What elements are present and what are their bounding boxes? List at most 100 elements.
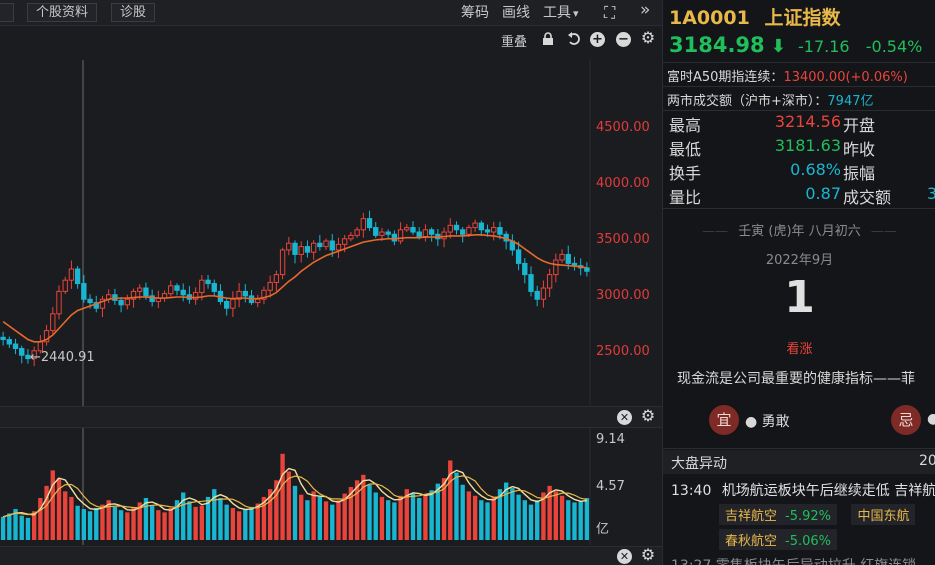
chart-subbar: 重叠 + − ⚙ — [0, 26, 662, 52]
volume-bar — [50, 470, 55, 540]
candle-body — [180, 289, 186, 296]
tools-menu-button[interactable]: 工具 ▾ — [543, 4, 579, 23]
candle-body — [534, 290, 540, 300]
volume-bar — [112, 506, 118, 540]
a50-value: 13400.00(+0.06%) — [783, 70, 908, 85]
a50-row[interactable]: 富时A50期指连续：13400.00(+0.06%) — [667, 66, 935, 85]
down-arrow-icon: ⬇ — [770, 36, 786, 57]
overlay-button[interactable]: 重叠 — [501, 31, 527, 50]
volume-chart[interactable] — [0, 428, 662, 545]
candle-body — [478, 222, 484, 231]
volume-bar — [118, 510, 124, 540]
volume-bar — [578, 501, 583, 540]
chips-button[interactable]: 筹码 — [461, 4, 489, 22]
candle-body — [515, 249, 522, 264]
price-change-pct: -0.54% — [865, 37, 923, 56]
a50-label: 富时A50期指连续： — [667, 70, 784, 85]
volume-bar — [224, 504, 229, 540]
turnover-label: 两市成交额（沪市+深市）： — [667, 94, 828, 109]
candle-body — [273, 274, 280, 283]
volume-bar — [218, 498, 223, 540]
volume-bar — [385, 500, 391, 540]
volume-bar — [510, 488, 515, 540]
stat-label-2: 开盘 — [843, 116, 876, 135]
volume-bar — [423, 494, 428, 540]
candle-body — [416, 231, 422, 238]
volume-bar — [236, 511, 242, 540]
candle-body — [304, 246, 311, 253]
market-moves-title: 大盘异动 — [671, 456, 727, 472]
candle-body — [546, 274, 553, 289]
candle-body — [385, 231, 391, 235]
fullscreen-icon[interactable]: ⛶ — [604, 4, 615, 22]
good-text-row: ● 勇敢 — [745, 414, 790, 430]
stat-label: 量比 — [669, 188, 702, 207]
divider — [663, 110, 935, 111]
draw-line-button[interactable]: 画线 — [502, 4, 530, 22]
related-stock[interactable]: 中国东航 — [851, 504, 916, 525]
candle-body — [143, 287, 149, 297]
bad-row: 忌 ● — [891, 405, 935, 435]
market-moves-header: 大盘异动 20 — [663, 450, 935, 474]
related-stock[interactable]: 春秋航空 -5.06% — [719, 529, 838, 550]
volume-bar — [373, 492, 378, 540]
turnover-value: 7947亿 — [827, 94, 874, 109]
volume-bar — [69, 496, 74, 540]
price-tick-3000: 3000.00 — [596, 288, 650, 303]
volume-bar — [162, 512, 167, 540]
candle-body — [565, 253, 571, 264]
volume-bar — [323, 501, 329, 540]
volume-bar — [336, 500, 341, 540]
candle-body — [497, 227, 503, 235]
volume-bar — [100, 504, 105, 540]
candle-body — [137, 287, 143, 292]
stat-value: 0.87 — [805, 184, 841, 203]
volume-bar — [485, 502, 490, 540]
candle-body — [62, 279, 68, 292]
candle-body — [466, 227, 472, 235]
volume-bar — [0, 516, 6, 540]
turnover-row: 两市成交额（沪市+深市）：7947亿 — [667, 90, 935, 109]
market-move-next[interactable]: 13:27 零售板块午后异动拉升 红旗连锁 — [671, 555, 935, 565]
gear-icon[interactable]: ⚙ — [640, 30, 656, 46]
gear-icon[interactable]: ⚙ — [640, 547, 656, 563]
related-stock[interactable]: 吉祥航空 -5.92% — [719, 504, 838, 525]
lock-icon[interactable] — [540, 32, 556, 48]
calendar-month: 2022年9月 — [765, 253, 834, 268]
price-tick-3500: 3500.00 — [596, 232, 650, 247]
market-moves-year: 20 — [919, 453, 935, 469]
candle-body — [174, 285, 180, 291]
divider — [663, 208, 935, 209]
candle-body — [379, 231, 385, 236]
candle-body — [428, 229, 435, 235]
candle-body — [373, 227, 379, 236]
market-move-item[interactable]: 13:40 机场航运板块午后继续走低 吉祥航 — [671, 480, 935, 500]
stat-row: 最高 3214.56 开盘 — [669, 112, 935, 135]
diagnose-button[interactable]: 诊股 — [111, 3, 156, 22]
candle-body — [168, 285, 174, 295]
price-row: 3184.98 ⬇ -17.16 -0.54% — [669, 33, 935, 57]
close-icon[interactable]: ✕ — [617, 549, 632, 564]
calendar-hint: 看涨 — [786, 342, 813, 357]
index-header: 1A0001 上证指数 — [669, 3, 935, 30]
zoom-in-icon[interactable]: + — [590, 32, 605, 47]
stat-row: 换手 0.68% 振幅 — [669, 160, 935, 183]
candlestick-chart[interactable] — [0, 60, 662, 406]
toolbar-tab-left-cut[interactable] — [0, 3, 14, 22]
last-price: 3184.98 — [669, 33, 765, 57]
price-change: -17.16 — [798, 37, 850, 56]
candle-body — [6, 339, 12, 345]
close-icon[interactable]: ✕ — [617, 410, 632, 425]
gear-icon[interactable]: ⚙ — [640, 408, 656, 424]
candle-body — [224, 300, 230, 309]
kline-panel: 个股资料 诊股 筹码 画线 工具 ▾ ⛶ » 重叠 + − ⚙ 4500.00 4… — [0, 0, 662, 565]
volume-bar — [472, 495, 478, 540]
divider — [663, 62, 935, 63]
zoom-out-icon[interactable]: − — [616, 32, 631, 47]
stock-info-button[interactable]: 个股资料 — [27, 3, 98, 22]
volume-bar — [491, 496, 496, 540]
expand-more-icon[interactable]: » — [640, 1, 650, 19]
candle-body — [242, 290, 248, 297]
undo-icon[interactable] — [566, 32, 582, 48]
market-move-time: 13:40 — [671, 483, 712, 499]
